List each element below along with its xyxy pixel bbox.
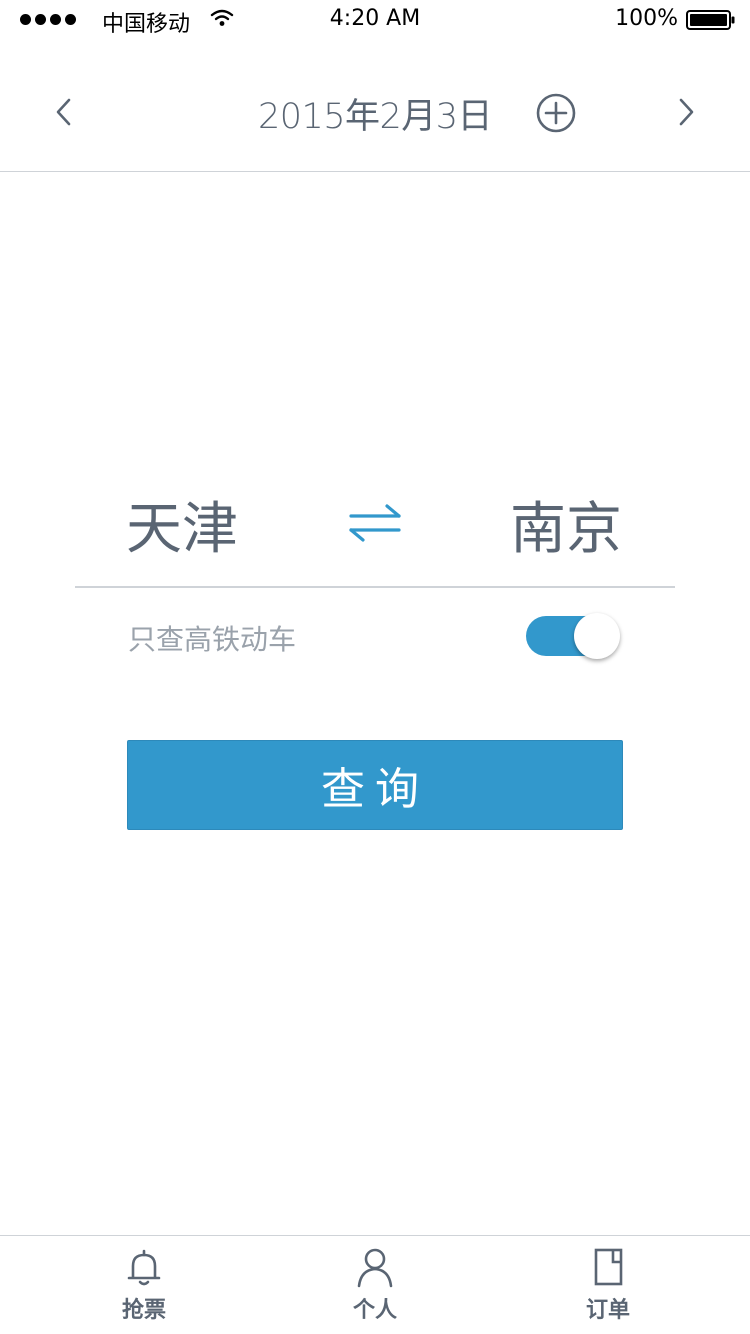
document-icon <box>594 1248 623 1286</box>
battery-percentage: 100% <box>615 6 678 31</box>
chevron-left-icon <box>56 98 71 126</box>
high-speed-filter-row: 只查高铁动车 <box>0 606 750 666</box>
tab-bar: 抢票 个人 订单 <box>0 1235 750 1334</box>
tab-orders[interactable]: 订单 <box>548 1236 668 1334</box>
high-speed-toggle[interactable] <box>526 613 620 659</box>
high-speed-filter-label: 只查高铁动车 <box>128 623 297 656</box>
arrival-station[interactable]: 南京 <box>510 484 622 565</box>
date-header: 2015年2月3日 <box>0 40 750 172</box>
person-icon <box>357 1248 393 1288</box>
previous-day-button[interactable] <box>44 90 84 134</box>
selected-date[interactable]: 2015年2月3日 <box>210 88 540 139</box>
bell-icon <box>127 1249 161 1286</box>
route-selector: 天津 南京 <box>0 470 750 586</box>
battery-icon <box>686 10 735 30</box>
tab-label: 个人 <box>352 1298 397 1323</box>
next-day-button[interactable] <box>666 90 706 134</box>
train-ticket-search-screen: 中国移动 4:20 AM 100% 2015年2月3日 天津 南京 只查高铁动车… <box>0 0 750 1334</box>
status-bar: 中国移动 4:20 AM 100% <box>0 0 750 40</box>
chevron-right-icon <box>679 98 694 126</box>
tab-personal[interactable]: 个人 <box>315 1236 435 1334</box>
query-button[interactable]: 查询 <box>127 740 623 830</box>
toggle-knob <box>574 613 620 659</box>
swap-arrows-icon[interactable] <box>345 500 405 544</box>
tab-grab-tickets[interactable]: 抢票 <box>84 1236 204 1334</box>
plus-circle-icon[interactable] <box>534 91 578 135</box>
tab-label: 订单 <box>585 1298 630 1323</box>
route-divider <box>75 586 675 588</box>
departure-station[interactable]: 天津 <box>126 484 238 565</box>
tab-label: 抢票 <box>121 1298 166 1323</box>
